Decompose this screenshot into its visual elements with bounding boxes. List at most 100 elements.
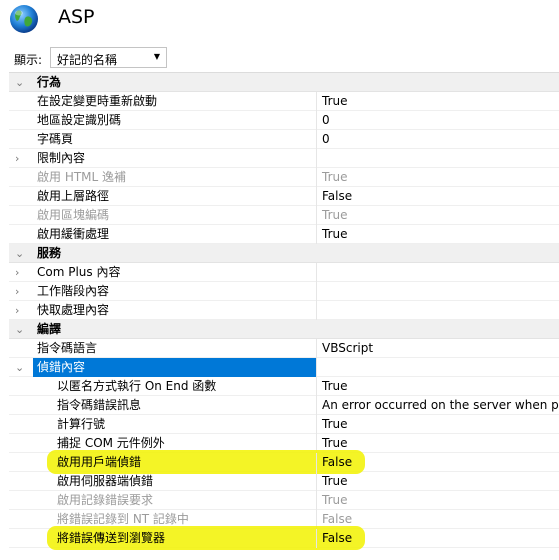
- property-row[interactable]: 啟用上層路徑 False: [9, 187, 559, 206]
- category-row[interactable]: ⌄ 服務: [9, 244, 559, 263]
- property-value[interactable]: 0: [316, 111, 559, 130]
- chevron-down-icon: ⌄: [15, 76, 25, 89]
- property-row[interactable]: 指令碼錯誤訊息 An error occurred on the server w…: [9, 396, 559, 415]
- property-value[interactable]: True: [316, 92, 559, 111]
- property-row[interactable]: 將錯誤傳送到瀏覽器 False: [9, 526, 559, 550]
- group-row[interactable]: › 工作階段內容: [9, 282, 559, 301]
- expander[interactable]: ⌄: [9, 73, 35, 92]
- property-value[interactable]: True: [316, 472, 559, 491]
- property-name: 指令碼語言: [37, 341, 98, 355]
- group-row[interactable]: › 快取處理內容: [9, 301, 559, 320]
- property-value[interactable]: [316, 282, 559, 301]
- property-row[interactable]: 指令碼語言 VBScript: [9, 339, 559, 358]
- group-row[interactable]: ⌄ 偵錯內容: [9, 358, 559, 377]
- property-row[interactable]: 啟用區塊編碼 True: [9, 206, 559, 225]
- property-value[interactable]: True: [316, 491, 559, 510]
- chevron-down-icon: ⌄: [15, 361, 25, 374]
- property-value[interactable]: False: [316, 187, 559, 206]
- property-name: 啟用上層路徑: [37, 189, 110, 203]
- property-value[interactable]: VBScript: [316, 339, 559, 358]
- expander: [9, 472, 35, 491]
- property-row[interactable]: 啟用用戶端偵錯 False: [9, 450, 559, 474]
- property-row[interactable]: 以匿名方式執行 On End 函數 True: [9, 377, 559, 396]
- expander[interactable]: ⌄: [9, 358, 35, 377]
- category-row[interactable]: ⌄ 編譯: [9, 320, 559, 339]
- property-value[interactable]: [316, 358, 559, 377]
- property-name: 啟用用戶端偵錯: [57, 455, 142, 469]
- display-select[interactable]: 好記的名稱 ▼: [50, 47, 167, 68]
- property-value[interactable]: 0: [316, 130, 559, 149]
- dropdown-arrow-icon: ▼: [153, 52, 160, 61]
- property-name: 地區設定識別碼: [37, 113, 122, 127]
- expander: [9, 396, 35, 415]
- property-name: 限制內容: [37, 151, 86, 165]
- property-row[interactable]: 計算行號 True: [9, 415, 559, 434]
- property-name: 計算行號: [57, 417, 106, 431]
- property-value[interactable]: True: [316, 225, 559, 244]
- expander: [9, 491, 35, 510]
- property-row[interactable]: 啟用伺服器端偵錯 True: [9, 472, 559, 491]
- property-name: 以匿名方式執行 On End 函數: [57, 379, 217, 393]
- property-name: 啟用區塊編碼: [37, 208, 110, 222]
- chevron-right-icon: ›: [15, 152, 20, 165]
- chevron-right-icon: ›: [15, 304, 20, 317]
- display-bar: 顯示: 好記的名稱 ▼: [0, 47, 559, 70]
- property-name: 啟用緩衝處理: [37, 227, 110, 241]
- expander[interactable]: ›: [9, 282, 35, 301]
- property-name: 啟用伺服器端偵錯: [57, 474, 154, 488]
- property-value[interactable]: An error occurred on the server when pr: [316, 396, 559, 415]
- group-row[interactable]: › 限制內容: [9, 149, 559, 168]
- expander[interactable]: ⌄: [9, 320, 35, 339]
- expander[interactable]: ›: [9, 301, 35, 320]
- property-value[interactable]: True: [316, 415, 559, 434]
- property-value[interactable]: [316, 149, 559, 168]
- property-value[interactable]: False: [316, 529, 559, 548]
- property-row[interactable]: 啟用記錄錯誤要求 True: [9, 491, 559, 510]
- expander[interactable]: ⌄: [9, 244, 35, 263]
- property-value[interactable]: [316, 263, 559, 282]
- property-name: 啟用記錄錯誤要求: [57, 493, 154, 507]
- property-row[interactable]: 啟用緩衝處理 True: [9, 225, 559, 244]
- expander: [9, 434, 35, 453]
- property-value[interactable]: True: [316, 206, 559, 225]
- chevron-down-icon: ⌄: [15, 323, 25, 336]
- category-row[interactable]: ⌄ 行為: [9, 73, 559, 92]
- expander: [9, 168, 35, 187]
- property-value[interactable]: [316, 301, 559, 320]
- property-name: Com Plus 內容: [37, 265, 121, 279]
- expander[interactable]: ›: [9, 263, 35, 282]
- property-value[interactable]: True: [316, 168, 559, 187]
- property-name: 偵錯內容: [33, 358, 317, 377]
- expander[interactable]: ›: [9, 149, 35, 168]
- property-value[interactable]: False: [316, 453, 559, 472]
- expander: [9, 92, 35, 111]
- expander: [9, 377, 35, 396]
- expander: [9, 225, 35, 244]
- page-title: ASP: [58, 6, 95, 28]
- property-name: 指令碼錯誤訊息: [57, 398, 142, 412]
- expander: [9, 415, 35, 434]
- chevron-right-icon: ›: [15, 266, 20, 279]
- property-name: 字碼頁: [37, 132, 74, 146]
- property-name: 將錯誤傳送到瀏覽器: [57, 531, 166, 545]
- display-select-value: 好記的名稱: [57, 53, 118, 67]
- expander: [9, 130, 35, 149]
- property-row[interactable]: 字碼頁 0: [9, 130, 559, 149]
- expander: [9, 111, 35, 130]
- property-grid: ⌄ 行為在設定變更時重新啟動 True 地區設定識別碼 0 字碼頁 0 › 限制內容啟用 HTM…: [9, 72, 559, 550]
- property-row[interactable]: 啟用 HTML 逸補 True: [9, 168, 559, 187]
- expander: [9, 339, 35, 358]
- property-value[interactable]: True: [316, 377, 559, 396]
- expander: [9, 510, 35, 529]
- globe-icon: [10, 5, 38, 33]
- property-row[interactable]: 地區設定識別碼 0: [9, 111, 559, 130]
- chevron-right-icon: ›: [15, 285, 20, 298]
- property-row[interactable]: 在設定變更時重新啟動 True: [9, 92, 559, 111]
- property-name: 行為: [37, 75, 62, 89]
- chevron-down-icon: ⌄: [15, 247, 25, 260]
- group-row[interactable]: › Com Plus 內容: [9, 263, 559, 282]
- property-name: 啟用 HTML 逸補: [37, 170, 127, 184]
- expander: [9, 206, 35, 225]
- property-name: 快取處理內容: [37, 303, 110, 317]
- property-name: 服務: [37, 246, 62, 260]
